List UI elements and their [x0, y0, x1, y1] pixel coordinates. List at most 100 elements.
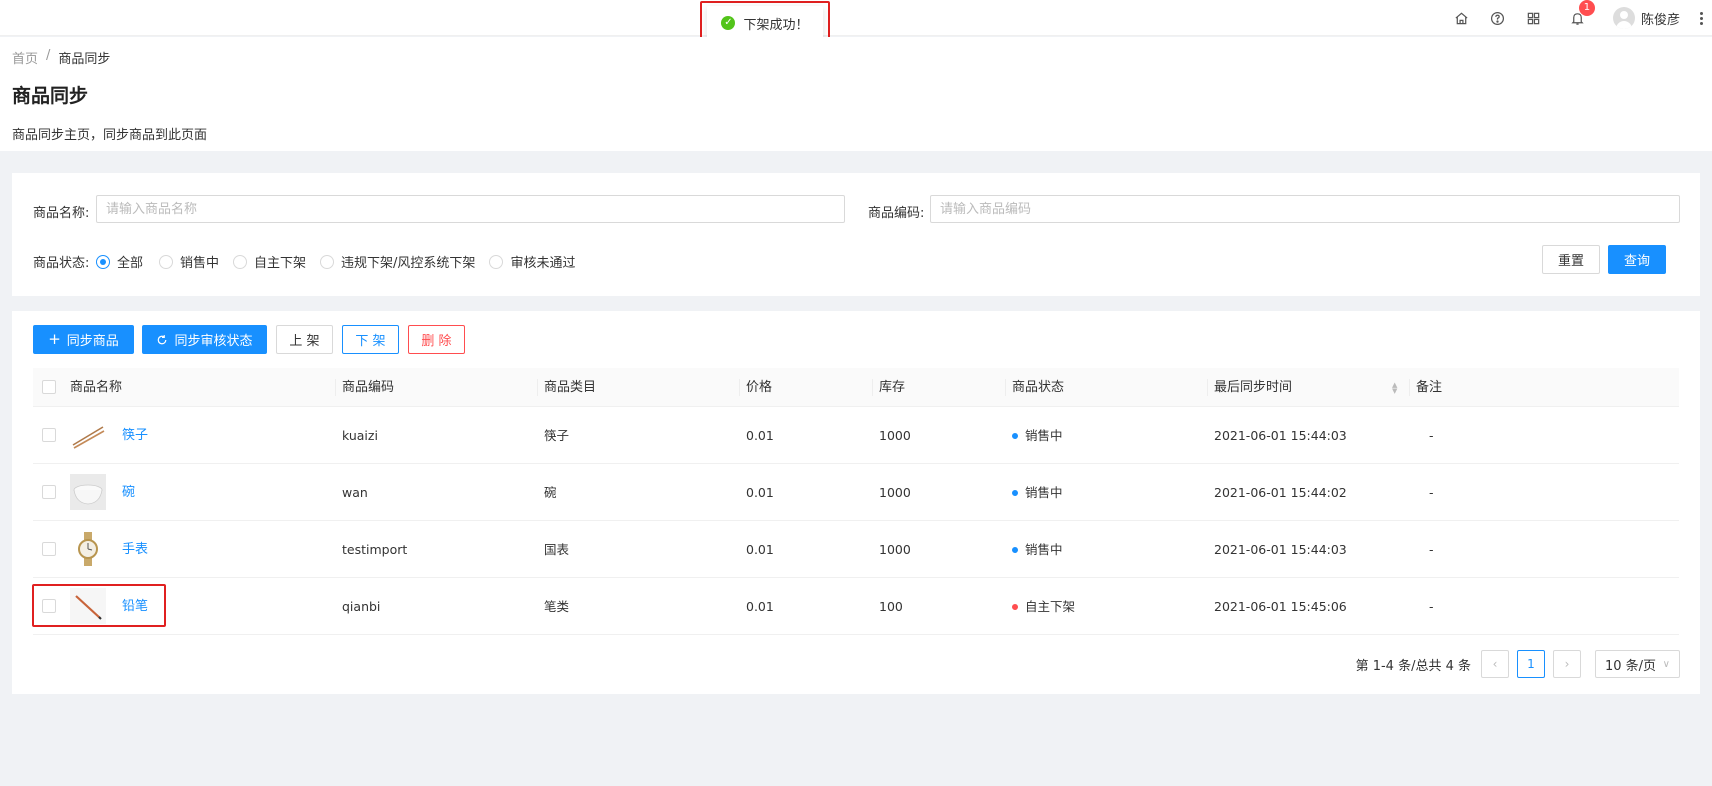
- goods-name-link[interactable]: 筷子: [122, 407, 148, 464]
- status-radio-audit-failed[interactable]: 审核未通过: [489, 252, 575, 271]
- sync-audit-button[interactable]: 同步审核状态: [142, 325, 267, 354]
- breadcrumb-current: 商品同步: [58, 52, 111, 67]
- goods-stock: 100: [879, 599, 903, 614]
- page-title: 商品同步: [12, 85, 89, 107]
- status-text: 自主下架: [1025, 599, 1076, 614]
- goods-code: kuaizi: [342, 428, 378, 443]
- status-text: 销售中: [1025, 485, 1063, 500]
- reset-button[interactable]: 重置: [1542, 245, 1600, 274]
- col-divider: [1207, 379, 1208, 396]
- goods-price: 0.01: [746, 542, 774, 557]
- goods-category: 碗: [544, 485, 557, 500]
- pagination-total: 第 1-4 条/总共 4 条: [1355, 658, 1471, 674]
- radio-label: 自主下架: [254, 256, 307, 271]
- col-divider: [872, 379, 873, 396]
- select-all-checkbox[interactable]: [42, 380, 56, 394]
- home-icon[interactable]: [1453, 9, 1471, 27]
- goods-status-label: 商品状态:: [33, 256, 90, 271]
- table-row: 筷子 kuaizi 筷子 0.01 1000 销售中 2021-06-01 15…: [33, 407, 1679, 464]
- sort-icon[interactable]: ▲ ▼: [1392, 382, 1397, 395]
- goods-code: wan: [342, 485, 368, 500]
- radio-label: 违规下架/风控系统下架: [341, 256, 476, 271]
- page-1-button[interactable]: 1: [1517, 650, 1545, 678]
- bell-icon[interactable]: 1: [1569, 0, 1595, 27]
- chevron-down-icon: ∨: [1662, 658, 1670, 670]
- breadcrumb-separator: /: [46, 48, 51, 63]
- breadcrumb-home[interactable]: 首页: [12, 48, 38, 67]
- radio-label: 审核未通过: [510, 256, 576, 271]
- page-header: 首页 / 商品同步 商品同步 商品同步主页，同步商品到此页面: [0, 37, 1712, 151]
- goods-status: 销售中: [1012, 521, 1063, 578]
- next-page-button[interactable]: ›: [1553, 650, 1581, 678]
- page-description: 商品同步主页，同步商品到此页面: [12, 128, 208, 143]
- search-form: 商品名称: 商品编码: 商品状态: 全部 销售中 自主下架 违规下架/风控系统下…: [12, 173, 1700, 296]
- goods-stock: 1000: [879, 428, 911, 443]
- status-radio-all[interactable]: 全部: [96, 252, 143, 271]
- col-status: 商品状态: [1012, 380, 1065, 395]
- breadcrumb: 首页 / 商品同步: [12, 48, 1700, 67]
- goods-image-watch: [70, 531, 106, 567]
- col-divider: [739, 379, 740, 396]
- col-goods-code: 商品编码: [342, 380, 395, 395]
- goods-image-chopsticks: [70, 417, 106, 453]
- row-checkbox[interactable]: [42, 485, 56, 499]
- help-icon[interactable]: [1489, 9, 1507, 27]
- goods-category: 国表: [544, 542, 570, 557]
- user-menu[interactable]: 陈俊彦: [1612, 7, 1680, 29]
- table-row: 手表 testimport 国表 0.01 1000 销售中 2021-06-0…: [33, 521, 1679, 578]
- status-dot: [1012, 432, 1018, 439]
- col-category: 商品类目: [544, 380, 597, 395]
- remark: -: [1429, 428, 1434, 443]
- avatar: [1612, 7, 1635, 29]
- status-radio-violation-off[interactable]: 违规下架/风控系统下架: [320, 252, 475, 271]
- more-vertical-icon[interactable]: [1698, 11, 1704, 25]
- plus-icon: +: [48, 330, 61, 348]
- top-actions: 1 陈俊彦: [1453, 0, 1704, 36]
- col-divider: [1005, 379, 1006, 396]
- toast-message: 下架成功！: [743, 17, 809, 33]
- check-circle-icon: ✓: [721, 16, 736, 30]
- list-down-button[interactable]: 下 架: [342, 325, 399, 354]
- notification-badge: 1: [1578, 0, 1595, 16]
- radio-dot: [233, 254, 248, 269]
- radio-dot: [96, 254, 110, 269]
- goods-code-input[interactable]: [930, 195, 1680, 223]
- goods-price: 0.01: [746, 485, 774, 500]
- page-size-value: 10 条/页: [1605, 658, 1657, 674]
- sync-goods-button[interactable]: + 同步商品: [33, 325, 134, 354]
- status-radio-on-sale[interactable]: 销售中: [159, 252, 219, 271]
- page-size-select[interactable]: 10 条/页 ∨: [1595, 650, 1680, 678]
- col-remark: 备注: [1416, 380, 1443, 395]
- goods-name-link[interactable]: 手表: [122, 521, 148, 578]
- apps-grid-icon[interactable]: [1525, 9, 1543, 27]
- query-button[interactable]: 查询: [1608, 245, 1666, 274]
- col-goods-name: 商品名称: [70, 380, 123, 395]
- goods-code: qianbi: [342, 599, 381, 614]
- table-header: 商品名称 商品编码 商品类目 价格 库存 商品状态 最后同步时间 ▲ ▼ 备注: [33, 368, 1679, 407]
- sync-goods-label: 同步商品: [66, 334, 119, 349]
- status-text: 销售中: [1025, 428, 1063, 443]
- delete-button[interactable]: 删 除: [408, 325, 465, 354]
- goods-name-label: 商品名称:: [33, 206, 90, 221]
- table-row: 铅笔 qianbi 笔类 0.01 100 自主下架 2021-06-01 15…: [33, 578, 1679, 635]
- goods-status: 自主下架: [1012, 578, 1075, 635]
- sync-time: 2021-06-01 15:44:03: [1214, 428, 1347, 443]
- goods-name-input[interactable]: [96, 195, 845, 223]
- goods-stock: 1000: [879, 542, 911, 557]
- radio-label: 全部: [117, 256, 144, 271]
- top-bar: 1 陈俊彦: [0, 0, 1712, 36]
- goods-name-link[interactable]: 碗: [122, 464, 135, 521]
- status-radio-self-off[interactable]: 自主下架: [233, 252, 306, 271]
- status-dot: [1012, 546, 1018, 553]
- col-price: 价格: [746, 380, 773, 395]
- goods-price: 0.01: [746, 428, 774, 443]
- row-checkbox[interactable]: [42, 428, 56, 442]
- goods-price: 0.01: [746, 599, 774, 614]
- col-sync-time[interactable]: 最后同步时间: [1214, 368, 1292, 407]
- col-divider: [1409, 379, 1410, 396]
- radio-dot: [489, 254, 504, 269]
- list-up-button[interactable]: 上 架: [276, 325, 333, 354]
- prev-page-button[interactable]: ‹: [1481, 650, 1509, 678]
- col-divider: [335, 379, 336, 396]
- row-checkbox[interactable]: [42, 542, 56, 556]
